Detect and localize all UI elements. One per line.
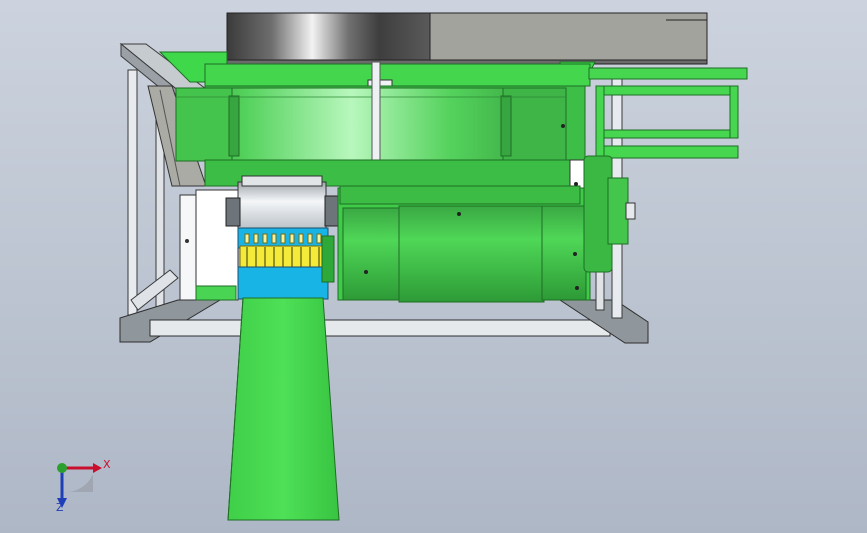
side-bracket-bar-3 [595, 145, 739, 159]
hopper-ring-right-band [502, 87, 567, 162]
motor-bolt-3 [573, 252, 577, 256]
cutter-blade-tooth [271, 233, 277, 244]
frame-left-post-outer [127, 69, 138, 316]
side-bracket-top-bar [588, 67, 748, 80]
hopper-ring-bolt [561, 124, 565, 128]
axis-z-label: Z [56, 501, 64, 514]
triad-shadow [63, 474, 93, 493]
motor-bolt-1 [457, 212, 461, 216]
triad-x-arrow [93, 463, 102, 473]
cad-viewport[interactable]: X Z [0, 0, 867, 533]
motor-shaft-end [625, 202, 636, 220]
cutter-blade-tooth [280, 233, 286, 244]
motor-can-left [342, 207, 402, 301]
frame-bottom-rail [149, 319, 611, 337]
cutter-blade-tooth [253, 233, 259, 244]
hopper-ring-left-clamp [228, 95, 240, 157]
cutter-blade-tooth [262, 233, 268, 244]
side-bracket-upright [595, 85, 605, 159]
hopper-ring-right-clamp [500, 95, 512, 157]
top-plate[interactable] [226, 12, 708, 65]
triad-y-axis-dot [57, 463, 67, 473]
cutter-blade-tooth [316, 233, 322, 244]
top-plate-left [226, 12, 431, 64]
motor-bolt-5 [574, 182, 578, 186]
hopper-ring[interactable] [175, 87, 567, 162]
outfeed-conveyor[interactable] [227, 297, 340, 521]
cutter-roller-teeth [244, 233, 322, 244]
motor-can-mid [398, 205, 545, 303]
cutter-blade-tooth [244, 233, 250, 244]
orientation-triad[interactable]: X Z [44, 452, 114, 522]
cutter-roller[interactable] [237, 227, 335, 300]
gear-housing-hole [185, 239, 189, 243]
motor-bolt-2 [364, 270, 368, 274]
side-bracket-bar-1 [595, 85, 739, 96]
hopper-ring-left-band [175, 87, 233, 162]
feed-drum-top [241, 175, 323, 187]
side-bracket-bar-2 [595, 129, 739, 139]
cutter-blade-tooth [298, 233, 304, 244]
motor-top-band [339, 185, 581, 205]
cutter-roller-lower [237, 266, 329, 300]
motor-can-right [541, 205, 587, 301]
top-plate-right [429, 12, 708, 62]
cutter-roller-right-disk [321, 235, 335, 283]
feed-drum-body [237, 181, 327, 231]
feed-drum-left-bearing [225, 197, 241, 227]
motor-flange [607, 177, 629, 245]
feed-drum[interactable] [225, 175, 342, 231]
hopper-tray-body [204, 63, 591, 87]
assembly-model[interactable] [0, 0, 867, 533]
axis-x-label: X [103, 458, 111, 471]
top-plate-lip [226, 59, 708, 65]
side-bracket-upright-2 [729, 85, 739, 139]
cutter-blade-tooth [289, 233, 295, 244]
cutter-blade-tooth [307, 233, 313, 244]
motor-bolt-4 [575, 286, 579, 290]
outfeed-conveyor-belt [227, 297, 340, 521]
gear-housing-bottom-block [195, 285, 237, 301]
